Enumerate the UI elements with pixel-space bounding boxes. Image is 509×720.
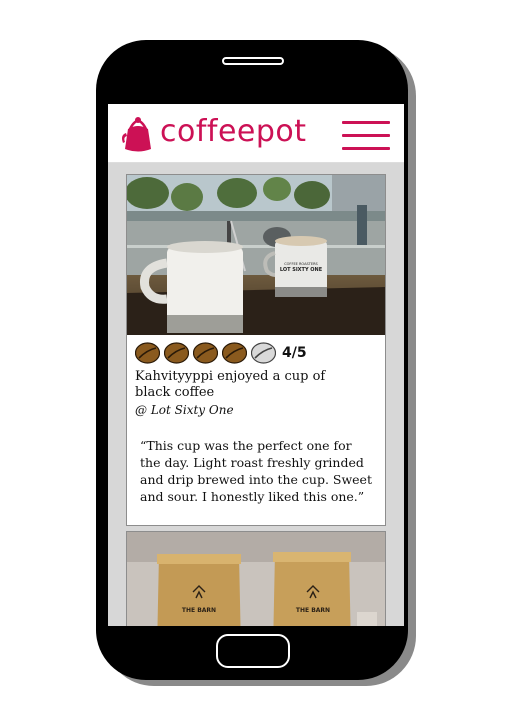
phone-speaker [222, 57, 284, 65]
mug-print-line1: COFFEE ROASTERS [284, 262, 318, 266]
post-card[interactable]: COFFEE ROASTERS LOT SIXTY ONE 4/5 Kahvit… [126, 174, 386, 526]
coffee-bean-icon [135, 342, 160, 364]
post-card[interactable]: THE BARN THE BARN [126, 531, 386, 626]
bag-label-left: THE BARN [182, 607, 216, 614]
coffee-bean-icon [193, 342, 218, 364]
post-review: “This cup was the perfect one for the da… [140, 438, 372, 504]
mug-print-line2: LOT SIXTY ONE [280, 267, 323, 273]
rating-value: 4/5 [282, 345, 307, 361]
post-photo: COFFEE ROASTERS LOT SIXTY ONE [127, 175, 385, 335]
coffee-bean-empty-icon [251, 342, 276, 364]
app-header: coffeepot [108, 104, 404, 163]
coffee-bean-icon [164, 342, 189, 364]
kettle-icon[interactable] [120, 115, 156, 153]
bag-label-right: THE BARN [296, 607, 330, 614]
app-screen: coffeepot COFFEE ROASTERS LOT SIXTY ONE … [108, 104, 404, 626]
post-author-action[interactable]: Kahvityyppi enjoyed a cup of black coffe… [135, 369, 335, 401]
post-feed[interactable]: COFFEE ROASTERS LOT SIXTY ONE 4/5 Kahvit… [108, 163, 404, 626]
post-photo: THE BARN THE BARN [127, 532, 385, 626]
hamburger-menu-icon[interactable] [342, 121, 390, 151]
phone-home-button[interactable] [216, 634, 290, 668]
post-venue[interactable]: @ Lot Sixty One [135, 403, 234, 417]
post-rating: 4/5 [135, 341, 307, 365]
app-logo-text[interactable]: coffeepot [160, 114, 307, 150]
coffee-bean-icon [222, 342, 247, 364]
